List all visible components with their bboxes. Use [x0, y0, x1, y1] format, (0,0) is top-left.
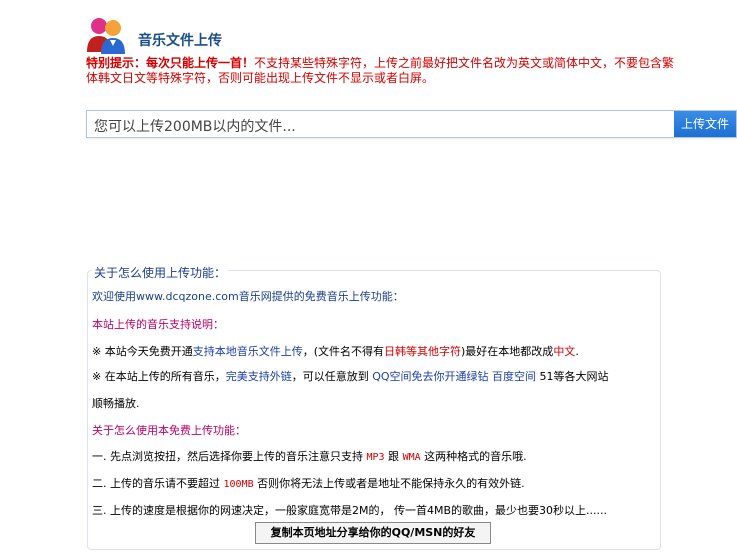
step2-text: 二. 上传的音乐请不要超过 — [92, 477, 224, 490]
usage-step-2: 二. 上传的音乐请不要超过 100MB 否则你将无法上传或者是地址不能保持永久的… — [92, 475, 525, 491]
support-item-2-cont: 顺畅播放. — [92, 397, 140, 410]
item2-highlight: QQ空间免去你开通绿钻 — [372, 370, 489, 383]
item2-highlight: 完美支持外链 — [225, 370, 292, 383]
step2-text: 否则你将无法上传或者是地址不能保持永久的有效外链. — [253, 477, 525, 490]
support-item-2: ※ 在本站上传的所有音乐，完美支持外链，可以任意放到 QQ空间免去你开通绿钻 百… — [92, 368, 609, 384]
header: 音乐文件上传 — [86, 16, 726, 56]
size-limit: 100MB — [223, 479, 254, 490]
item1-text: . — [575, 345, 579, 358]
step1-text: 跟 — [384, 450, 403, 463]
item2-text: ，可以任意放到 — [291, 370, 373, 383]
page-title: 音乐文件上传 — [138, 33, 222, 49]
file-input[interactable]: 您可以上传200MB以内的文件... — [94, 116, 296, 136]
item1-highlight: 支持本地音乐文件上传 — [192, 345, 303, 358]
support-item-1: ※ 本站今天免费开通支持本地音乐文件上传，(文件名不得有日韩等其他字符)最好在本… — [92, 343, 579, 359]
notice-label: 特别提示：每次只能上传一首！ — [86, 56, 255, 70]
share-button[interactable]: 复制本页地址分享给你的QQ/MSN的好友 — [255, 522, 491, 544]
item1-warning: 中文 — [553, 345, 576, 358]
format-mp3: MP3 — [366, 452, 385, 463]
help-title: 关于怎么使用上传功能： — [92, 264, 229, 281]
format-wma: WMA — [402, 452, 421, 463]
item2-text: ※ 在本站上传的所有音乐， — [92, 370, 226, 383]
upload-bar[interactable]: 您可以上传200MB以内的文件... 上传文件 — [86, 110, 737, 138]
welcome-text: 欢迎使用www.dcqzone.com音乐网提供的免费音乐上传功能： — [92, 290, 404, 303]
notice: 特别提示：每次只能上传一首！不支持某些特殊字符，上传之前最好把文件名改为英文或简… — [86, 56, 676, 86]
usage-heading: 关于怎么使用本免费上传功能： — [92, 424, 246, 437]
item1-text: ※ 本站今天免费开通 — [92, 345, 193, 358]
step1-text: 一. 先点浏览按扭，然后选择你要上传的音乐注意只支持 — [92, 450, 367, 463]
step1-text: 这两种格式的音乐哦. — [420, 450, 527, 463]
users-icon — [87, 18, 125, 54]
usage-step-1: 一. 先点浏览按扭，然后选择你要上传的音乐注意只支持 MP3 跟 WMA 这两种… — [92, 448, 527, 464]
support-heading: 本站上传的音乐支持说明： — [92, 318, 224, 331]
item1-text: )最好在本地都改成 — [461, 345, 554, 358]
item1-warning: 日韩等其他字符 — [384, 345, 462, 358]
usage-step-3: 三. 上传的速度是根据你的网速决定，一般家庭宽带是2M的， 传一首4MB的歌曲，… — [92, 504, 607, 517]
upload-button[interactable]: 上传文件 — [674, 111, 736, 137]
item2-text: 51等各大网站 — [536, 370, 609, 383]
item1-text: ，(文件名不得有 — [302, 345, 385, 358]
item2-highlight: 百度空间 — [492, 370, 537, 383]
